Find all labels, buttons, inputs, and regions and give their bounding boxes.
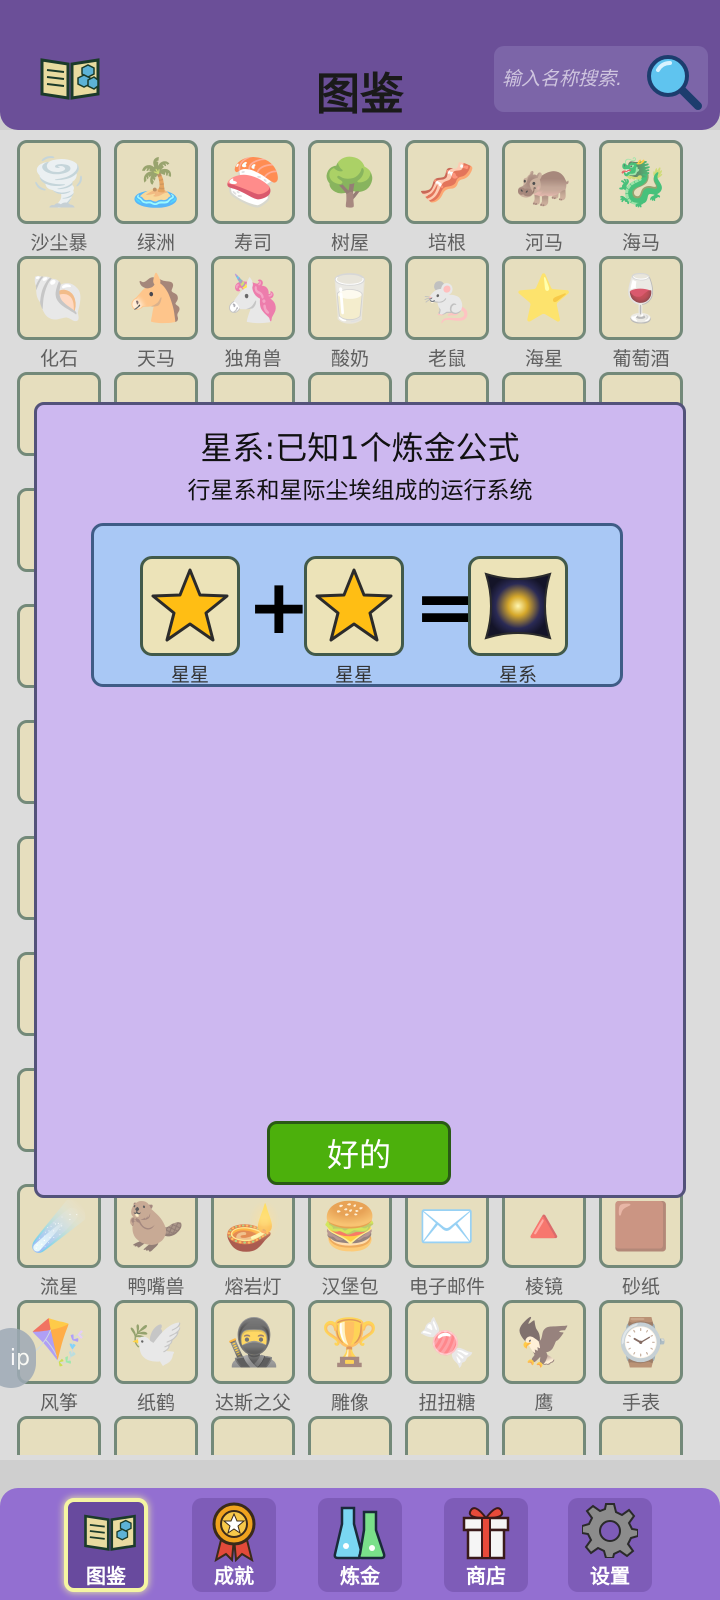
formula-card: 星星 + 星星 = 星系 [91,523,623,687]
nav-label: 商店 [466,1564,506,1588]
ok-button[interactable]: 好的 [267,1121,451,1185]
formula-dialog: 星系:已知1个炼金公式 行星系和星际尘埃组成的运行系统 星星 + 星星 = 星系… [34,402,686,1198]
nav-label: 成就 [214,1564,254,1588]
star-icon [304,556,404,656]
formula-input-1-label: 星星 [170,664,209,686]
formula-output[interactable]: 星系 [468,556,568,686]
nav-encyclopedia[interactable]: 图鉴 [64,1498,148,1592]
flask-icon [332,1502,388,1560]
nav-label: 设置 [590,1564,630,1588]
header-bar: 图鉴 [0,0,720,130]
formula-output-label: 星系 [498,664,537,686]
galaxy-icon [468,556,568,656]
formula-input-2-label: 星星 [334,664,373,686]
formula-input-2[interactable]: 星星 [304,556,404,686]
gear-icon [581,1502,639,1559]
nav-label: 炼金 [340,1564,380,1588]
nav-shop[interactable]: 商店 [444,1498,528,1592]
star-icon [140,556,240,656]
dialog-subtitle: 行星系和星际尘埃组成的运行系统 [187,478,533,504]
nav-settings[interactable]: 设置 [568,1498,652,1592]
search-box[interactable] [494,46,708,112]
book-icon [82,1506,138,1562]
formula-input-1[interactable]: 星星 [140,556,240,686]
equals-sign: = [414,562,478,651]
nav-label: 图鉴 [86,1564,126,1588]
medal-icon [206,1502,262,1563]
plus-sign: + [247,562,311,651]
bottom-nav: 图鉴 成就 炼金 商店 设置 [0,1488,720,1600]
dialog-title: 星系:已知1个炼金公式 [200,429,520,467]
magnifier-icon[interactable] [644,52,704,112]
gift-icon [458,1502,514,1560]
nav-alchemy[interactable]: 炼金 [318,1498,402,1592]
nav-achievements[interactable]: 成就 [192,1498,276,1592]
search-input[interactable] [502,64,642,94]
